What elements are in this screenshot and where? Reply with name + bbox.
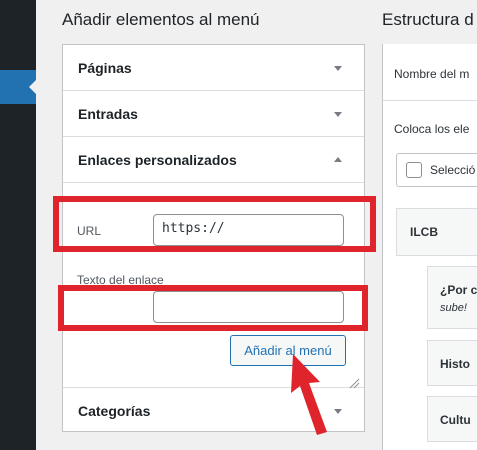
admin-sidebar [0, 0, 37, 450]
menu-item[interactable]: Histo [427, 340, 477, 386]
menu-item[interactable]: ¿Por c sube! [427, 266, 477, 329]
add-menu-items-title: Añadir elementos al menú [62, 10, 260, 29]
menu-item[interactable]: Cultu [427, 396, 477, 442]
bulk-select-checkbox[interactable] [406, 162, 422, 178]
accordion-posts-label: Entradas [78, 106, 138, 122]
menu-item[interactable]: ILCB [396, 208, 477, 256]
link-text-highlight-box [58, 285, 368, 331]
chevron-down-icon [334, 66, 342, 71]
menu-structure-title: Estructura d [382, 10, 474, 29]
accordion-pages-label: Páginas [78, 60, 132, 76]
resize-handle-icon[interactable] [348, 377, 360, 389]
bulk-select-label: Selecció [430, 163, 476, 177]
accordion-posts[interactable]: Entradas [63, 91, 364, 137]
menu-item-title: Histo [440, 357, 470, 371]
instructions-text: Coloca los ele [394, 122, 470, 136]
menu-item-subtitle: sube! [440, 302, 467, 314]
chevron-up-icon [334, 157, 342, 162]
url-highlight-box [53, 196, 376, 252]
accordion-pages[interactable]: Páginas [63, 45, 364, 91]
menu-item-title: ¿Por c [440, 283, 477, 297]
menu-item-title: Cultu [440, 413, 471, 427]
chevron-down-icon [334, 112, 342, 117]
accordion-custom-links-label: Enlaces personalizados [78, 152, 237, 168]
accordion-custom-links[interactable]: Enlaces personalizados [63, 137, 364, 183]
sidebar-active-item[interactable] [0, 70, 37, 104]
red-arrow-icon [291, 354, 327, 435]
menu-item-title: ILCB [410, 225, 438, 239]
menu-name-label: Nombre del m [394, 67, 470, 81]
accordion-categories-label: Categorías [78, 403, 151, 419]
